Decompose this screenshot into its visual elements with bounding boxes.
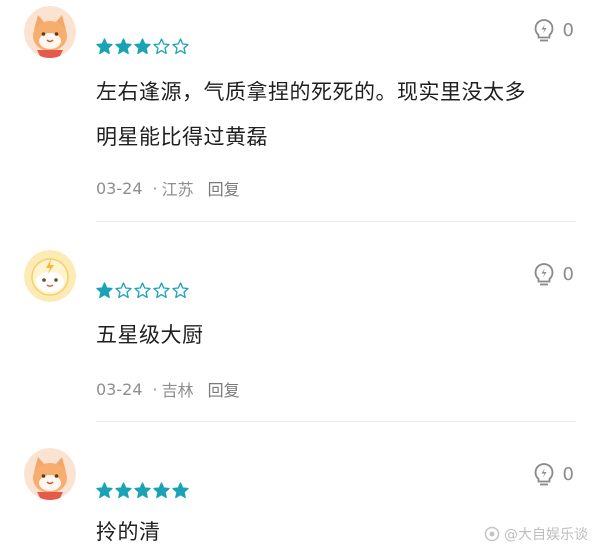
sunny-face-avatar-icon <box>24 250 76 302</box>
comment-text-line: 五星级大厨 <box>96 323 204 347</box>
star-filled-icon <box>115 38 132 55</box>
lightbulb-like-icon <box>534 463 553 486</box>
comment-meta: 03-24 · 吉林 回复 <box>96 377 240 401</box>
comment-meta: 03-24 · 江苏 回复 <box>96 176 240 200</box>
rating-stars <box>96 282 189 300</box>
like-button[interactable]: 0 <box>533 18 574 42</box>
star-empty-icon <box>115 282 132 299</box>
star-empty-icon <box>134 282 151 299</box>
comment-date: 03-24 <box>96 178 143 198</box>
star-filled-icon <box>96 282 113 299</box>
star-empty-icon <box>153 282 170 299</box>
watermark: @大自娱乐谈 <box>484 524 588 544</box>
star-filled-icon <box>134 482 151 499</box>
cat-face-avatar-icon <box>24 448 76 500</box>
watermark-logo-icon <box>484 526 500 542</box>
user-avatar[interactable] <box>24 6 76 58</box>
comment-location: 吉林 <box>161 381 194 400</box>
lightbulb-like-icon <box>534 19 553 42</box>
user-avatar[interactable] <box>24 250 76 302</box>
reply-button[interactable]: 回复 <box>208 176 240 200</box>
comment-text: 左右逢源，气质拿捏的死死的。现实里没太多 明星能比得过黄磊 <box>96 70 586 160</box>
like-button[interactable]: 0 <box>533 462 574 486</box>
divider <box>96 221 576 222</box>
star-empty-icon <box>172 282 189 299</box>
meta-separator: · <box>152 178 158 198</box>
comment-text: 五星级大厨 <box>96 313 586 358</box>
meta-separator: · <box>152 379 158 399</box>
cat-face-avatar-icon <box>24 6 76 58</box>
like-count: 0 <box>562 263 574 285</box>
divider <box>96 421 576 422</box>
star-filled-icon <box>115 482 132 499</box>
reply-button[interactable]: 回复 <box>208 377 240 401</box>
like-count: 0 <box>562 19 574 41</box>
comment-text-line: 左右逢源，气质拿捏的死死的。现实里没太多 <box>96 80 526 104</box>
star-filled-icon <box>134 38 151 55</box>
star-filled-icon <box>172 482 189 499</box>
comment-date: 03-24 <box>96 379 143 399</box>
like-button[interactable]: 0 <box>533 262 574 286</box>
star-filled-icon <box>96 38 113 55</box>
watermark-text: @大自娱乐谈 <box>504 527 588 543</box>
lightbulb-like-icon <box>534 263 553 286</box>
rating-stars <box>96 38 189 56</box>
rating-stars <box>96 482 189 500</box>
star-filled-icon <box>153 482 170 499</box>
comment-location: 江苏 <box>161 180 194 199</box>
star-empty-icon <box>153 38 170 55</box>
star-filled-icon <box>96 482 113 499</box>
star-empty-icon <box>172 38 189 55</box>
comment-text-line: 明星能比得过黄磊 <box>96 125 268 149</box>
like-count: 0 <box>562 463 574 485</box>
user-avatar[interactable] <box>24 448 76 500</box>
